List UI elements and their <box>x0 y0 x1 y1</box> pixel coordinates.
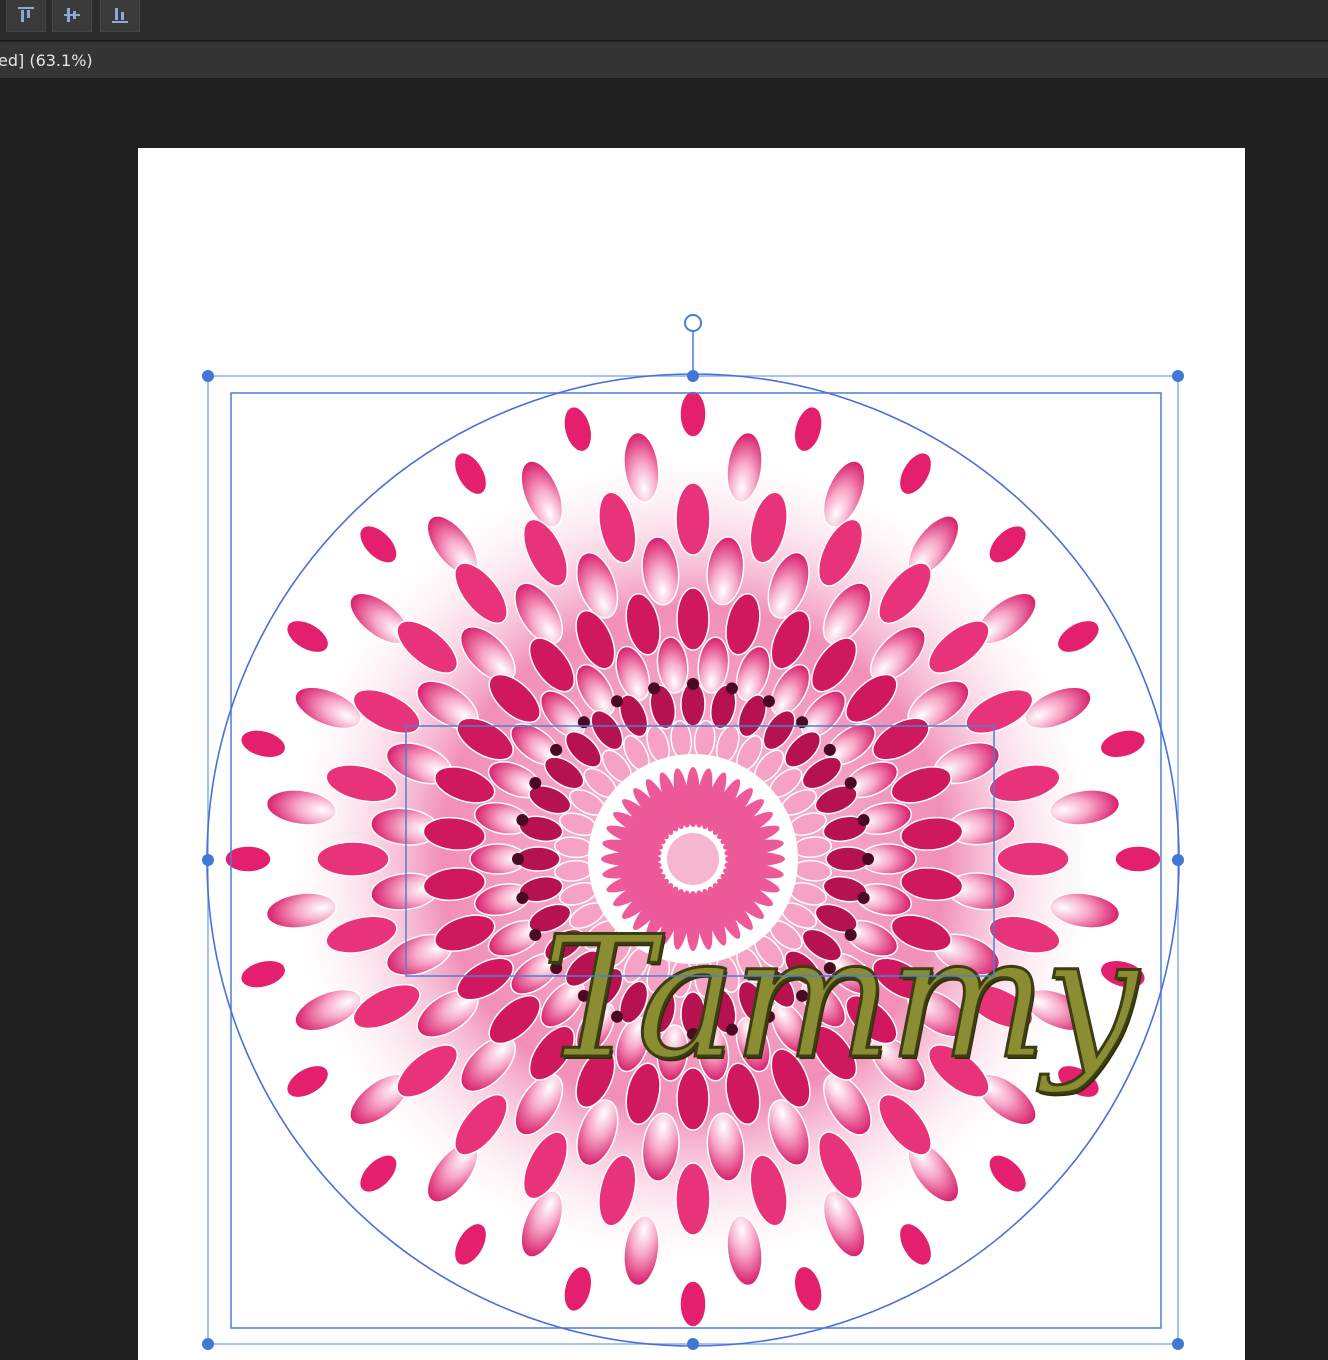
handle-top-right[interactable] <box>1172 370 1184 382</box>
rotation-handle[interactable] <box>684 314 702 332</box>
align-middle-button[interactable] <box>52 0 92 32</box>
toolbar <box>0 0 1328 41</box>
handle-bottom-middle[interactable] <box>687 1338 699 1350</box>
document-tab-label: ed] (63.1%) <box>0 51 93 70</box>
handle-middle-left[interactable] <box>202 854 214 866</box>
align-top-icon <box>18 7 34 22</box>
align-top-button[interactable] <box>6 0 46 32</box>
document-tab[interactable]: ed] (63.1%) <box>0 42 1328 79</box>
handle-middle-right[interactable] <box>1172 854 1184 866</box>
align-bottom-button[interactable] <box>100 0 140 32</box>
handle-bottom-left[interactable] <box>202 1338 214 1350</box>
handle-top-middle[interactable] <box>687 370 699 382</box>
align-bottom-icon <box>112 8 128 23</box>
align-middle-icon <box>64 8 80 22</box>
handle-top-left[interactable] <box>202 370 214 382</box>
artwork-name-text[interactable]: Tammy <box>540 873 1140 1123</box>
handle-bottom-right[interactable] <box>1172 1338 1184 1350</box>
